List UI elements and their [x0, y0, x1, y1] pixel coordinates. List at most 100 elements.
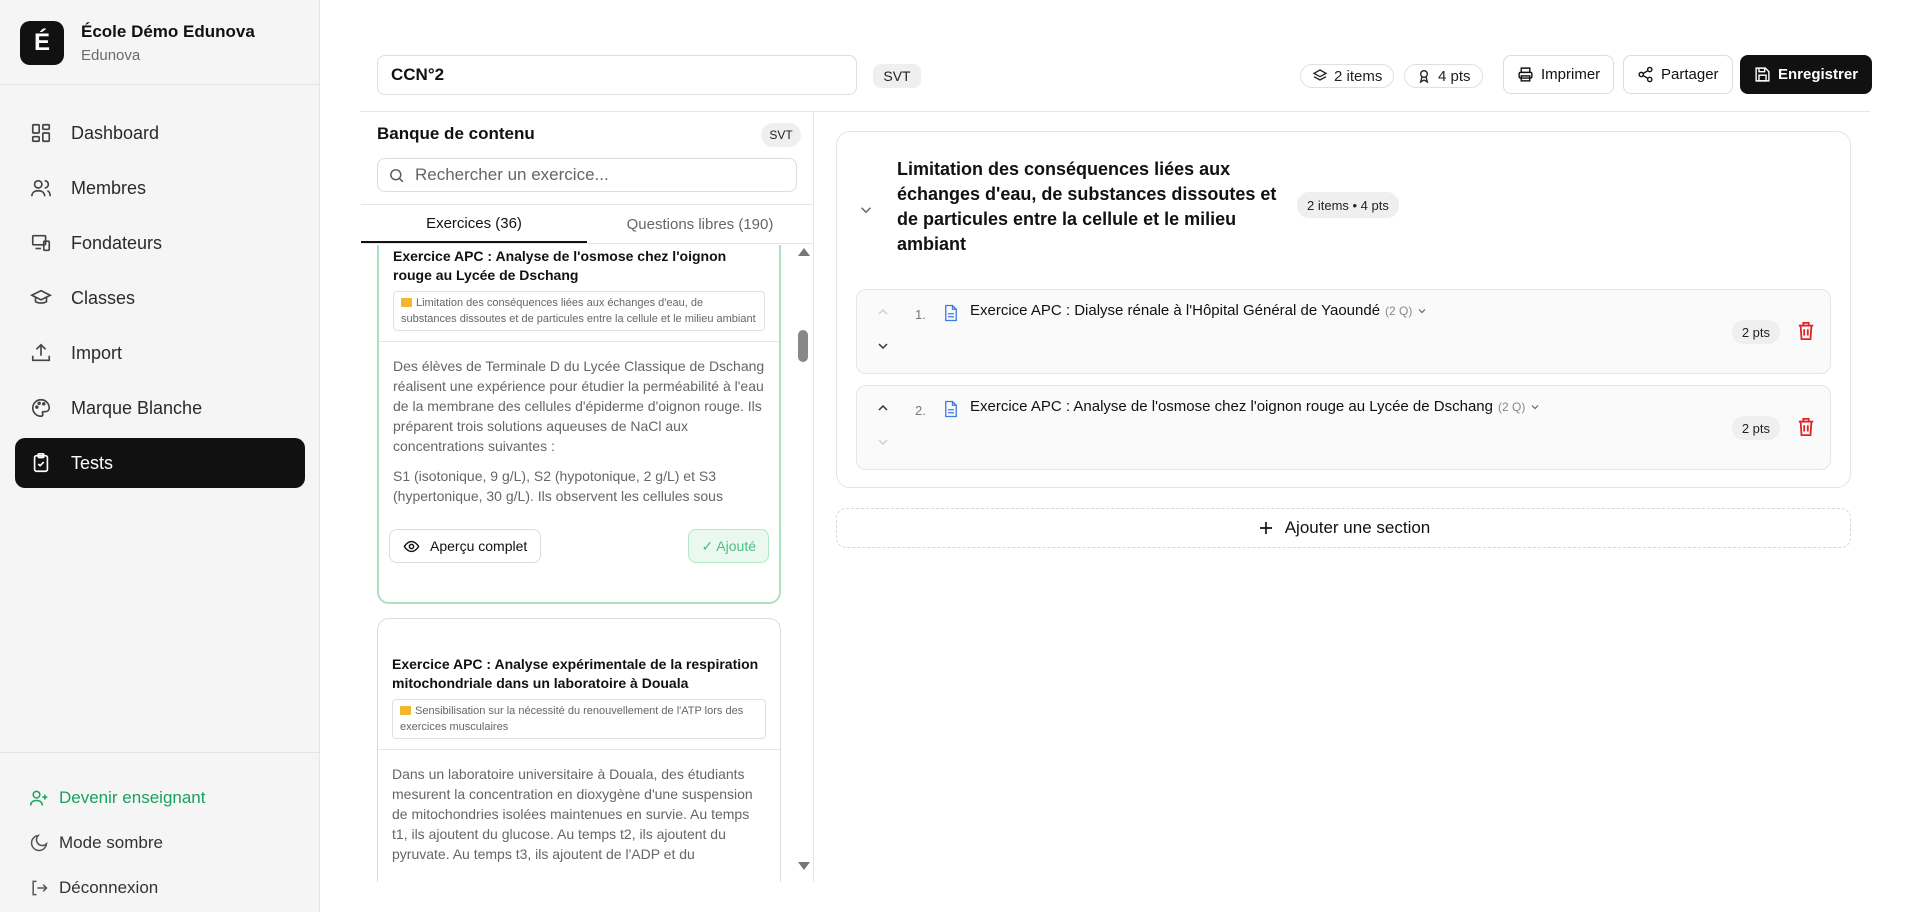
scroll-up-arrow[interactable] — [798, 248, 810, 256]
exercise-card[interactable]: Exercice APC : Analyse de l'osmose chez … — [377, 245, 781, 604]
chevron-down-icon[interactable] — [1529, 401, 1541, 413]
excerpt-paragraph: Dans un laboratoire universitaire à Doua… — [392, 766, 753, 862]
section-title[interactable]: Limitation des conséquences liées aux éc… — [897, 157, 1277, 257]
excerpt-paragraph: Des élèves de Terminale D du Lycée Class… — [393, 358, 765, 454]
item-points-badge: 2 pts — [1731, 416, 1780, 440]
item-title-text: Exercice APC : Analyse de l'osmose chez … — [970, 398, 1493, 415]
nav-label: Fondateurs — [71, 232, 163, 253]
dark-mode-toggle[interactable]: Mode sombre — [29, 820, 205, 865]
section-item[interactable]: 2. Exercice APC : Analyse de l'osmose ch… — [856, 385, 1831, 470]
move-down-icon[interactable] — [875, 338, 891, 354]
share-label: Partager — [1661, 66, 1719, 83]
sidebar: É École Démo Edunova Edunova Dashboard M… — [0, 0, 320, 912]
test-title-input[interactable]: CCN°2 — [377, 55, 857, 95]
topic-tag: Limitation des conséquences liées aux éc… — [393, 291, 765, 331]
exercise-excerpt: Des élèves de Terminale D du Lycée Class… — [379, 342, 779, 506]
tab-questions-libres[interactable]: Questions libres (190) — [587, 205, 813, 243]
school-logo: É — [20, 21, 64, 65]
nav-item-dashboard[interactable]: Dashboard — [15, 108, 305, 158]
print-button[interactable]: Imprimer — [1503, 55, 1615, 94]
logout-label: Déconnexion — [59, 877, 159, 897]
save-button[interactable]: Enregistrer — [1740, 55, 1873, 94]
topic-label: Sensibilisation sur la nécessité du reno… — [400, 705, 744, 733]
excerpt-paragraph: S1 (isotonique, 9 g/L), S2 (hypotonique,… — [393, 468, 723, 504]
award-icon — [1419, 70, 1429, 84]
divider — [0, 84, 320, 85]
content-bank-panel: Banque de contenu SVT Rechercher un exer… — [361, 112, 813, 912]
add-section-label: Ajouter une section — [1284, 518, 1431, 537]
nav-item-tests[interactable]: Tests — [15, 438, 305, 488]
subject-badge: SVT — [873, 64, 921, 88]
section-meta-badge: 2 items • 4 pts — [1297, 192, 1399, 218]
nav-item-classes[interactable]: Classes — [15, 273, 305, 323]
save-label: Enregistrer — [1778, 66, 1859, 83]
tab-exercices[interactable]: Exercices (36) — [361, 205, 587, 243]
trash-icon[interactable] — [1797, 417, 1815, 437]
trash-icon[interactable] — [1797, 321, 1815, 341]
share-button[interactable]: Partager — [1623, 55, 1733, 94]
chevron-down-icon[interactable] — [1416, 305, 1428, 317]
plus-icon — [1259, 522, 1272, 534]
nav-label: Membres — [71, 177, 147, 198]
school-org: Edunova — [81, 47, 141, 64]
item-number: 1. — [915, 307, 926, 322]
move-up-icon[interactable] — [875, 400, 891, 416]
dark-mode-label: Mode sombre — [59, 832, 163, 852]
exercise-search-input[interactable]: Rechercher un exercice... — [377, 158, 797, 192]
item-title-text: Exercice APC : Dialyse rénale à l'Hôpita… — [970, 302, 1381, 319]
logout-icon — [32, 880, 48, 895]
save-icon — [1755, 67, 1770, 82]
logout-link[interactable]: Déconnexion — [29, 865, 205, 910]
nav-label: Dashboard — [71, 122, 160, 143]
nav-item-import[interactable]: Import — [15, 328, 305, 378]
item-title[interactable]: Exercice APC : Dialyse rénale à l'Hôpita… — [970, 302, 1428, 319]
item-title[interactable]: Exercice APC : Analyse de l'osmose chez … — [970, 398, 1541, 415]
section-item[interactable]: 1. Exercice APC : Dialyse rénale à l'Hôp… — [856, 289, 1831, 374]
points-badge: 4 pts — [1404, 64, 1483, 88]
document-icon — [945, 400, 957, 418]
move-up-icon[interactable] — [875, 304, 891, 320]
preview-button[interactable]: Aperçu complet — [389, 529, 542, 563]
search-icon — [390, 168, 404, 182]
clipboard-check-icon — [33, 453, 49, 473]
main-nav: Dashboard Membres Fondateurs Classes Imp… — [15, 108, 305, 493]
print-label: Imprimer — [1541, 66, 1601, 83]
exercise-card[interactable]: Exercice APC : Analyse expérimentale de … — [377, 618, 781, 882]
nav-label: Tests — [71, 452, 114, 473]
become-teacher-link[interactable]: Devenir enseignant — [29, 775, 205, 820]
preview-label: Aperçu complet — [430, 538, 528, 554]
moon-icon — [30, 833, 48, 851]
upload-icon — [31, 343, 51, 362]
palette-icon — [32, 398, 51, 418]
nav-item-marque-blanche[interactable]: Marque Blanche — [15, 383, 305, 433]
chevron-down-icon[interactable] — [857, 201, 875, 219]
nav-label: Marque Blanche — [71, 397, 203, 418]
bank-title: Banque de contenu — [377, 124, 535, 143]
move-down-icon[interactable] — [875, 434, 891, 450]
exercise-excerpt: Dans un laboratoire universitaire à Doua… — [378, 750, 780, 864]
share-icon — [1638, 66, 1653, 83]
added-indicator[interactable]: ✓ Ajouté — [688, 529, 769, 563]
card-actions: Aperçu complet ✓ Ajouté — [379, 521, 779, 587]
scroll-thumb[interactable] — [798, 330, 808, 362]
topic-tag: Sensibilisation sur la nécessité du reno… — [392, 699, 766, 739]
items-count-badge: 2 items — [1300, 64, 1395, 88]
exercise-list[interactable]: Exercice APC : Analyse de l'osmose chez … — [361, 245, 813, 882]
folder-icon — [400, 706, 411, 715]
nav-item-membres[interactable]: Membres — [15, 163, 305, 213]
scroll-down-arrow[interactable] — [798, 862, 810, 870]
points-label: 4 pts — [1438, 67, 1471, 85]
nav-label: Classes — [71, 287, 136, 308]
item-points-badge: 2 pts — [1731, 320, 1780, 344]
graduation-cap-icon — [30, 289, 52, 304]
search-placeholder: Rechercher un exercice... — [415, 165, 609, 184]
divider — [0, 752, 320, 753]
nav-item-fondateurs[interactable]: Fondateurs — [15, 218, 305, 268]
nav-label: Import — [71, 342, 123, 363]
users-icon — [31, 179, 51, 197]
scrollbar[interactable] — [796, 248, 810, 870]
divider — [813, 112, 814, 882]
folder-icon — [401, 298, 412, 307]
brand[interactable]: É École Démo Edunova Edunova — [20, 21, 255, 65]
add-section-button[interactable]: Ajouter une section — [836, 508, 1851, 548]
